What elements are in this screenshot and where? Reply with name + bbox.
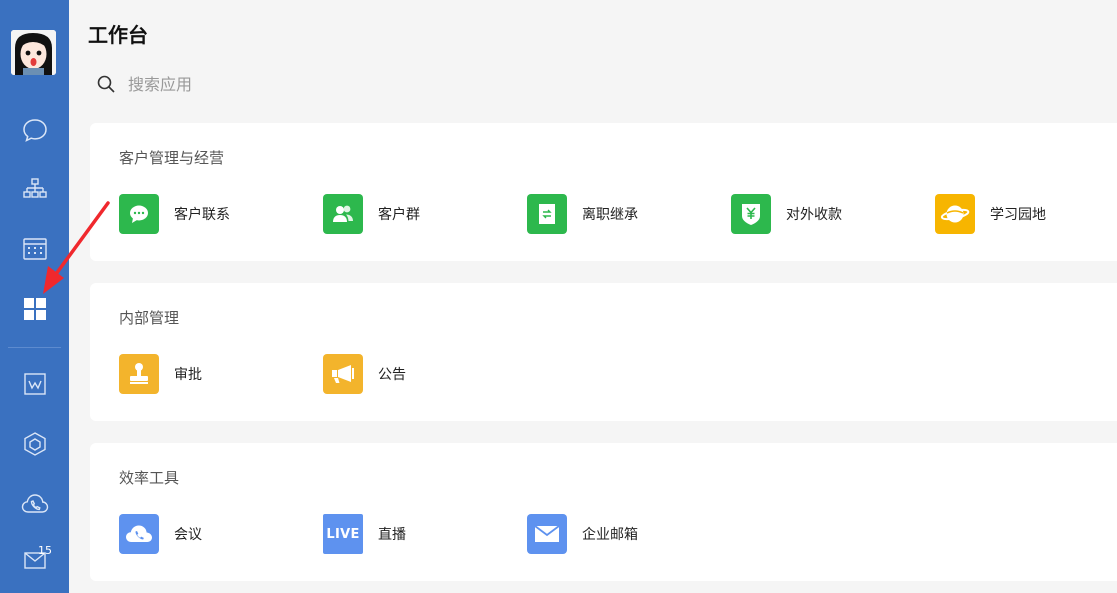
nav-meeting[interactable] <box>0 484 69 524</box>
transfer-doc-icon <box>539 204 555 224</box>
app-customer-contact[interactable]: 客户联系 <box>119 194 230 234</box>
mail-unread-badge: 15 <box>38 544 52 557</box>
chat-bubble-icon <box>130 205 148 223</box>
sidebar-divider <box>8 347 61 348</box>
search-input[interactable] <box>126 73 430 95</box>
nav-workbench[interactable] <box>0 289 69 329</box>
app-icon-tile <box>527 514 567 554</box>
app-icon-tile <box>731 194 771 234</box>
section-title: 内部管理 <box>119 309 180 327</box>
app-external-payment[interactable]: 对外收款 <box>731 194 842 234</box>
planet-icon <box>940 205 970 223</box>
hexagon-cube-icon <box>23 432 46 456</box>
app-enterprise-mail[interactable]: 企业邮箱 <box>527 514 638 554</box>
app-approval[interactable]: 审批 <box>119 354 202 394</box>
app-icon-tile <box>935 194 975 234</box>
page-title: 工作台 <box>88 23 148 47</box>
app-label: 客户联系 <box>174 207 230 223</box>
app-label: 直播 <box>378 527 406 543</box>
nav-mail[interactable] <box>0 540 69 580</box>
cloud-phone-icon <box>21 494 48 513</box>
megaphone-icon <box>332 365 354 383</box>
app-learning-garden[interactable]: 学习园地 <box>935 194 1046 234</box>
app-announcement[interactable]: 公告 <box>323 354 406 394</box>
grid-icon <box>23 298 46 320</box>
nav-messages[interactable] <box>0 110 69 150</box>
app-label: 对外收款 <box>786 207 842 223</box>
app-icon-tile <box>119 354 159 394</box>
app-label: 离职继承 <box>582 207 638 223</box>
mail-icon <box>534 525 560 542</box>
app-icon-tile <box>119 514 159 554</box>
app-meeting[interactable]: 会议 <box>119 514 202 554</box>
org-chart-icon <box>22 178 47 198</box>
section-internal-management: 内部管理 审批 公告 <box>90 283 1117 421</box>
app-customer-group[interactable]: 客户群 <box>323 194 420 234</box>
cloud-phone-icon <box>126 525 152 542</box>
nav-contacts[interactable] <box>0 169 69 209</box>
app-icon-tile <box>119 194 159 234</box>
app-icon-tile <box>323 354 363 394</box>
app-label: 客户群 <box>378 207 420 223</box>
search-icon <box>97 75 115 93</box>
nav-calendar[interactable] <box>0 229 69 269</box>
app-icon-tile <box>527 194 567 234</box>
group-icon <box>333 205 353 222</box>
section-customer-management: 客户管理与经营 客户联系 客户群 离职继承 对外收款 学习园地 <box>90 123 1117 261</box>
app-label: 公告 <box>378 367 406 383</box>
chat-bubble-icon <box>22 119 47 142</box>
app-label: 会议 <box>174 527 202 543</box>
section-title: 效率工具 <box>119 469 180 487</box>
app-label: 企业邮箱 <box>582 527 638 543</box>
app-label: 审批 <box>174 367 202 383</box>
yuan-shield-icon <box>742 204 760 225</box>
stamp-icon <box>130 363 148 384</box>
calendar-icon <box>22 238 47 260</box>
app-icon-tile <box>323 194 363 234</box>
section-productivity-tools: 效率工具 会议 LIVE 直播 企业邮箱 <box>90 443 1117 581</box>
avatar[interactable] <box>11 30 56 75</box>
sidebar: 15 <box>0 0 69 593</box>
app-label: 学习园地 <box>990 207 1046 223</box>
live-icon: LIVE <box>326 526 360 542</box>
nav-drive[interactable] <box>0 424 69 464</box>
app-live-stream[interactable]: LIVE 直播 <box>323 514 406 554</box>
search-bar[interactable] <box>96 70 496 98</box>
document-w-icon <box>23 373 46 395</box>
nav-docs[interactable] <box>0 364 69 404</box>
app-icon-tile: LIVE <box>323 514 363 554</box>
section-title: 客户管理与经营 <box>119 149 225 167</box>
app-resignation-handover[interactable]: 离职继承 <box>527 194 638 234</box>
